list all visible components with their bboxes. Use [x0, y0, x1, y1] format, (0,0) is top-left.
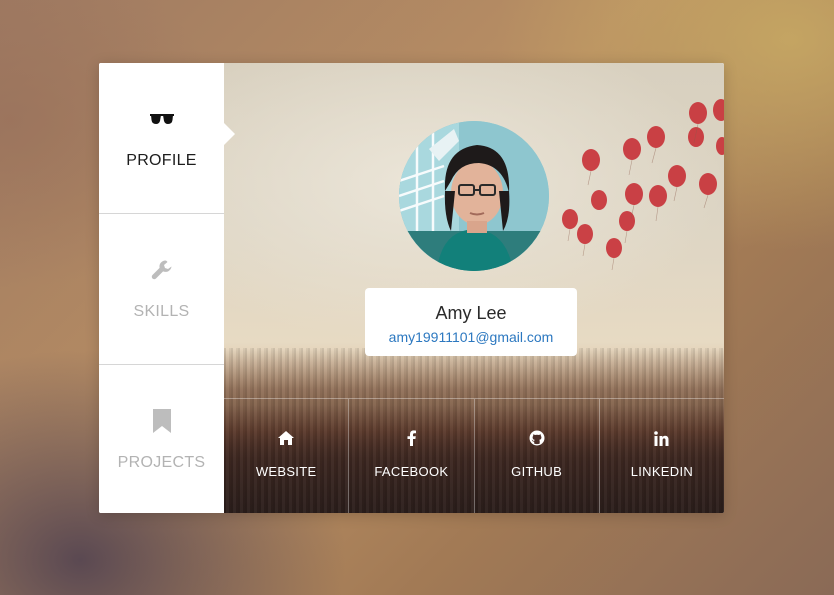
- sidebar-item-label: SKILLS: [133, 302, 190, 320]
- bookmark-icon: [152, 408, 171, 434]
- profile-email-link[interactable]: amy19911101@gmail.com: [365, 329, 577, 345]
- profile-name: Amy Lee: [435, 303, 507, 323]
- social-link-label: GITHUB: [511, 464, 563, 479]
- social-link-label: FACEBOOK: [374, 464, 449, 479]
- sidebar-item-profile[interactable]: PROFILE: [99, 63, 224, 213]
- sidebar-item-label: PROJECTS: [117, 453, 206, 471]
- glasses-icon: [149, 106, 174, 132]
- facebook-icon: [407, 429, 416, 447]
- sidebar-item-label: PROFILE: [126, 152, 197, 169]
- github-icon: [529, 429, 545, 447]
- active-indicator-arrow: [224, 123, 235, 145]
- sidebar-item-projects[interactable]: PROJECTS: [99, 364, 224, 513]
- linkedin-icon: [654, 429, 669, 447]
- social-link-facebook[interactable]: FACEBOOK: [348, 398, 474, 513]
- sidebar-item-skills[interactable]: SKILLS: [99, 213, 224, 363]
- home-icon: [278, 429, 295, 447]
- profile-card: PROFILE SKILLS PROJECTS Amy Lee amy19911…: [99, 63, 724, 513]
- wrench-icon: [150, 257, 174, 283]
- social-link-website[interactable]: WEBSITE: [224, 398, 349, 513]
- avatar: [399, 121, 549, 271]
- profile-hero: Amy Lee amy19911101@gmail.com WEBSITE FA: [224, 63, 724, 513]
- social-link-github[interactable]: GITHUB: [473, 398, 599, 513]
- social-links-bar: WEBSITE FACEBOOK GITHUB LINKEDIN: [224, 398, 724, 513]
- profile-info-box: Amy Lee amy19911101@gmail.com: [365, 288, 577, 356]
- social-link-label: WEBSITE: [255, 464, 317, 479]
- sidebar: PROFILE SKILLS PROJECTS: [99, 63, 224, 513]
- social-link-linkedin[interactable]: LINKEDIN: [598, 398, 724, 513]
- social-link-label: LINKEDIN: [630, 464, 694, 479]
